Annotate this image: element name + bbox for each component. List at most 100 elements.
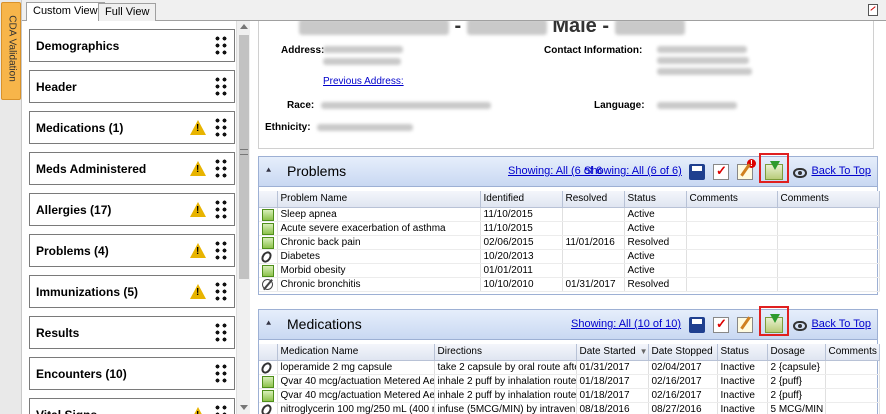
cda-validation-tab[interactable]: CDA Validation [1,2,21,100]
medication-directions: inhale 2 puff by inhalation route... [434,374,577,389]
col-comments[interactable]: Comments [825,344,880,361]
section-item[interactable]: Problems (4)! [29,234,235,267]
col-status[interactable]: Status [717,344,768,361]
address-line-2 [323,58,401,65]
view-eye-icon[interactable] [793,168,807,178]
drag-handle-icon[interactable] [214,363,228,385]
drag-handle-icon[interactable] [214,281,228,303]
import-icon[interactable] [765,314,783,333]
scroll-thumb[interactable] [239,35,249,279]
medication-row[interactable]: Qvar 40 mcg/actuation Metered Aer... inha… [259,374,880,389]
race-label: Race: [287,100,315,111]
reconcile-check-icon[interactable] [713,163,729,180]
medication-dosage: 2 {capsule} [767,360,826,375]
col-problem-name[interactable]: Problem Name [277,191,481,208]
col-date-started[interactable]: Date Started ▼ [576,344,649,361]
problem-row[interactable]: Sleep apnea 11/10/2015 Active [259,207,880,222]
section-list: Demographics Header Medications (1)! Meds A… [22,21,250,414]
tab-custom-view[interactable]: Custom View [26,2,105,21]
drag-handle-icon[interactable] [214,322,228,344]
edit-note-icon[interactable] [737,317,753,333]
address-label: Address: [281,45,325,56]
drag-handle-icon[interactable] [214,158,228,180]
col-comments-2[interactable]: Comments [777,191,880,208]
problem-status: Active [624,263,687,278]
pin-icon[interactable] [868,4,878,16]
drag-handle-icon[interactable] [214,76,228,98]
section-item[interactable]: Results [29,316,235,349]
patient-dob-redacted [466,21,547,35]
drag-handle-icon[interactable] [214,199,228,221]
tab-full-view[interactable]: Full View [98,3,157,21]
section-item[interactable]: Encounters (10) [29,357,235,390]
view-eye-icon[interactable] [793,321,807,331]
medications-header-row: Medication Name Directions Date Started ▼… [259,344,880,361]
problem-row[interactable]: Chronic bronchitis 10/10/2010 01/31/2017 Re… [259,277,880,292]
problem-name: Chronic bronchitis [277,277,481,292]
section-label: Encounters (10) [36,367,127,381]
problem-identified: 11/10/2015 [480,221,563,236]
col-medication-name[interactable]: Medication Name [277,344,435,361]
col-status[interactable]: Status [624,191,687,208]
col-resolved[interactable]: Resolved [562,191,625,208]
import-icon[interactable] [765,161,783,180]
medication-comments [825,402,880,414]
patient-headline: - Male - [299,21,685,38]
contact-info-label: Contact Information: [544,45,643,56]
medication-row[interactable]: nitroglycerin 100 mg/250 mL (400 m... inf… [259,402,880,414]
scroll-down-icon[interactable] [240,405,248,410]
import-status-icon [262,236,274,248]
problem-name: Sleep apnea [277,207,481,222]
save-icon[interactable] [689,164,705,180]
problems-back-to-top[interactable]: Back To Top [811,165,871,177]
row-status-cell [259,263,278,278]
scroll-up-icon[interactable] [240,24,248,29]
edit-note-alert-icon[interactable] [737,159,756,180]
problem-resolved [562,249,625,264]
collapse-chevron-icon[interactable]: ⯅ [265,318,272,329]
problem-row[interactable]: Acute severe exacerbation of asthma 11/10… [259,221,880,236]
section-item[interactable]: Medications (1)! [29,111,235,144]
col-dosage[interactable]: Dosage [767,344,826,361]
medication-row[interactable]: loperamide 2 mg capsule take 2 capsule by… [259,360,880,375]
problems-showing-link-2[interactable]: Showing: All (6 of 6) [584,165,682,177]
problem-row[interactable]: Chronic back pain 02/06/2015 11/01/2016 Res… [259,235,880,250]
problem-row[interactable]: Diabetes 10/20/2013 Active [259,249,880,264]
medication-status: Inactive [717,374,768,389]
reconcile-check-icon[interactable] [713,316,729,333]
section-item[interactable]: Header [29,70,235,103]
drag-handle-icon[interactable] [214,35,228,57]
drag-handle-icon[interactable] [214,240,228,262]
previous-address-link[interactable]: Previous Address: [323,76,404,87]
medication-row[interactable]: Qvar 40 mcg/actuation Metered Aer... inha… [259,388,880,403]
section-item[interactable]: Meds Administered! [29,152,235,185]
problem-row[interactable]: Morbid obesity 01/01/2011 Active [259,263,880,278]
contact-line-3 [657,68,752,75]
section-item[interactable]: Vital Signs! [29,398,235,414]
drag-handle-icon[interactable] [214,117,228,139]
language-label: Language: [594,100,645,111]
save-icon[interactable] [689,317,705,333]
import-status-icon [262,389,274,401]
medication-status: Inactive [717,388,768,403]
col-identified[interactable]: Identified [480,191,563,208]
row-status-cell [259,235,278,250]
row-status-cell [259,277,278,292]
collapse-chevron-icon[interactable]: ⯅ [265,165,272,176]
col-comments-1[interactable]: Comments [686,191,778,208]
section-label: Vital Signs [36,408,97,414]
contact-line-1 [657,46,747,53]
medication-date-stopped: 02/16/2017 [648,388,718,403]
drag-handle-icon[interactable] [214,404,228,414]
col-directions[interactable]: Directions [434,344,577,361]
problem-resolved: 01/31/2017 [562,277,625,292]
section-item[interactable]: Immunizations (5)! [29,275,235,308]
section-item[interactable]: Allergies (17)! [29,193,235,226]
section-list-scrollbar[interactable] [236,21,250,414]
section-item[interactable]: Demographics [29,29,235,62]
sort-desc-icon: ▼ [639,347,648,357]
col-date-stopped[interactable]: Date Stopped [648,344,718,361]
medications-back-to-top[interactable]: Back To Top [811,318,871,330]
section-label: Demographics [36,39,120,53]
medications-showing-link[interactable]: Showing: All (10 of 10) [571,318,681,330]
